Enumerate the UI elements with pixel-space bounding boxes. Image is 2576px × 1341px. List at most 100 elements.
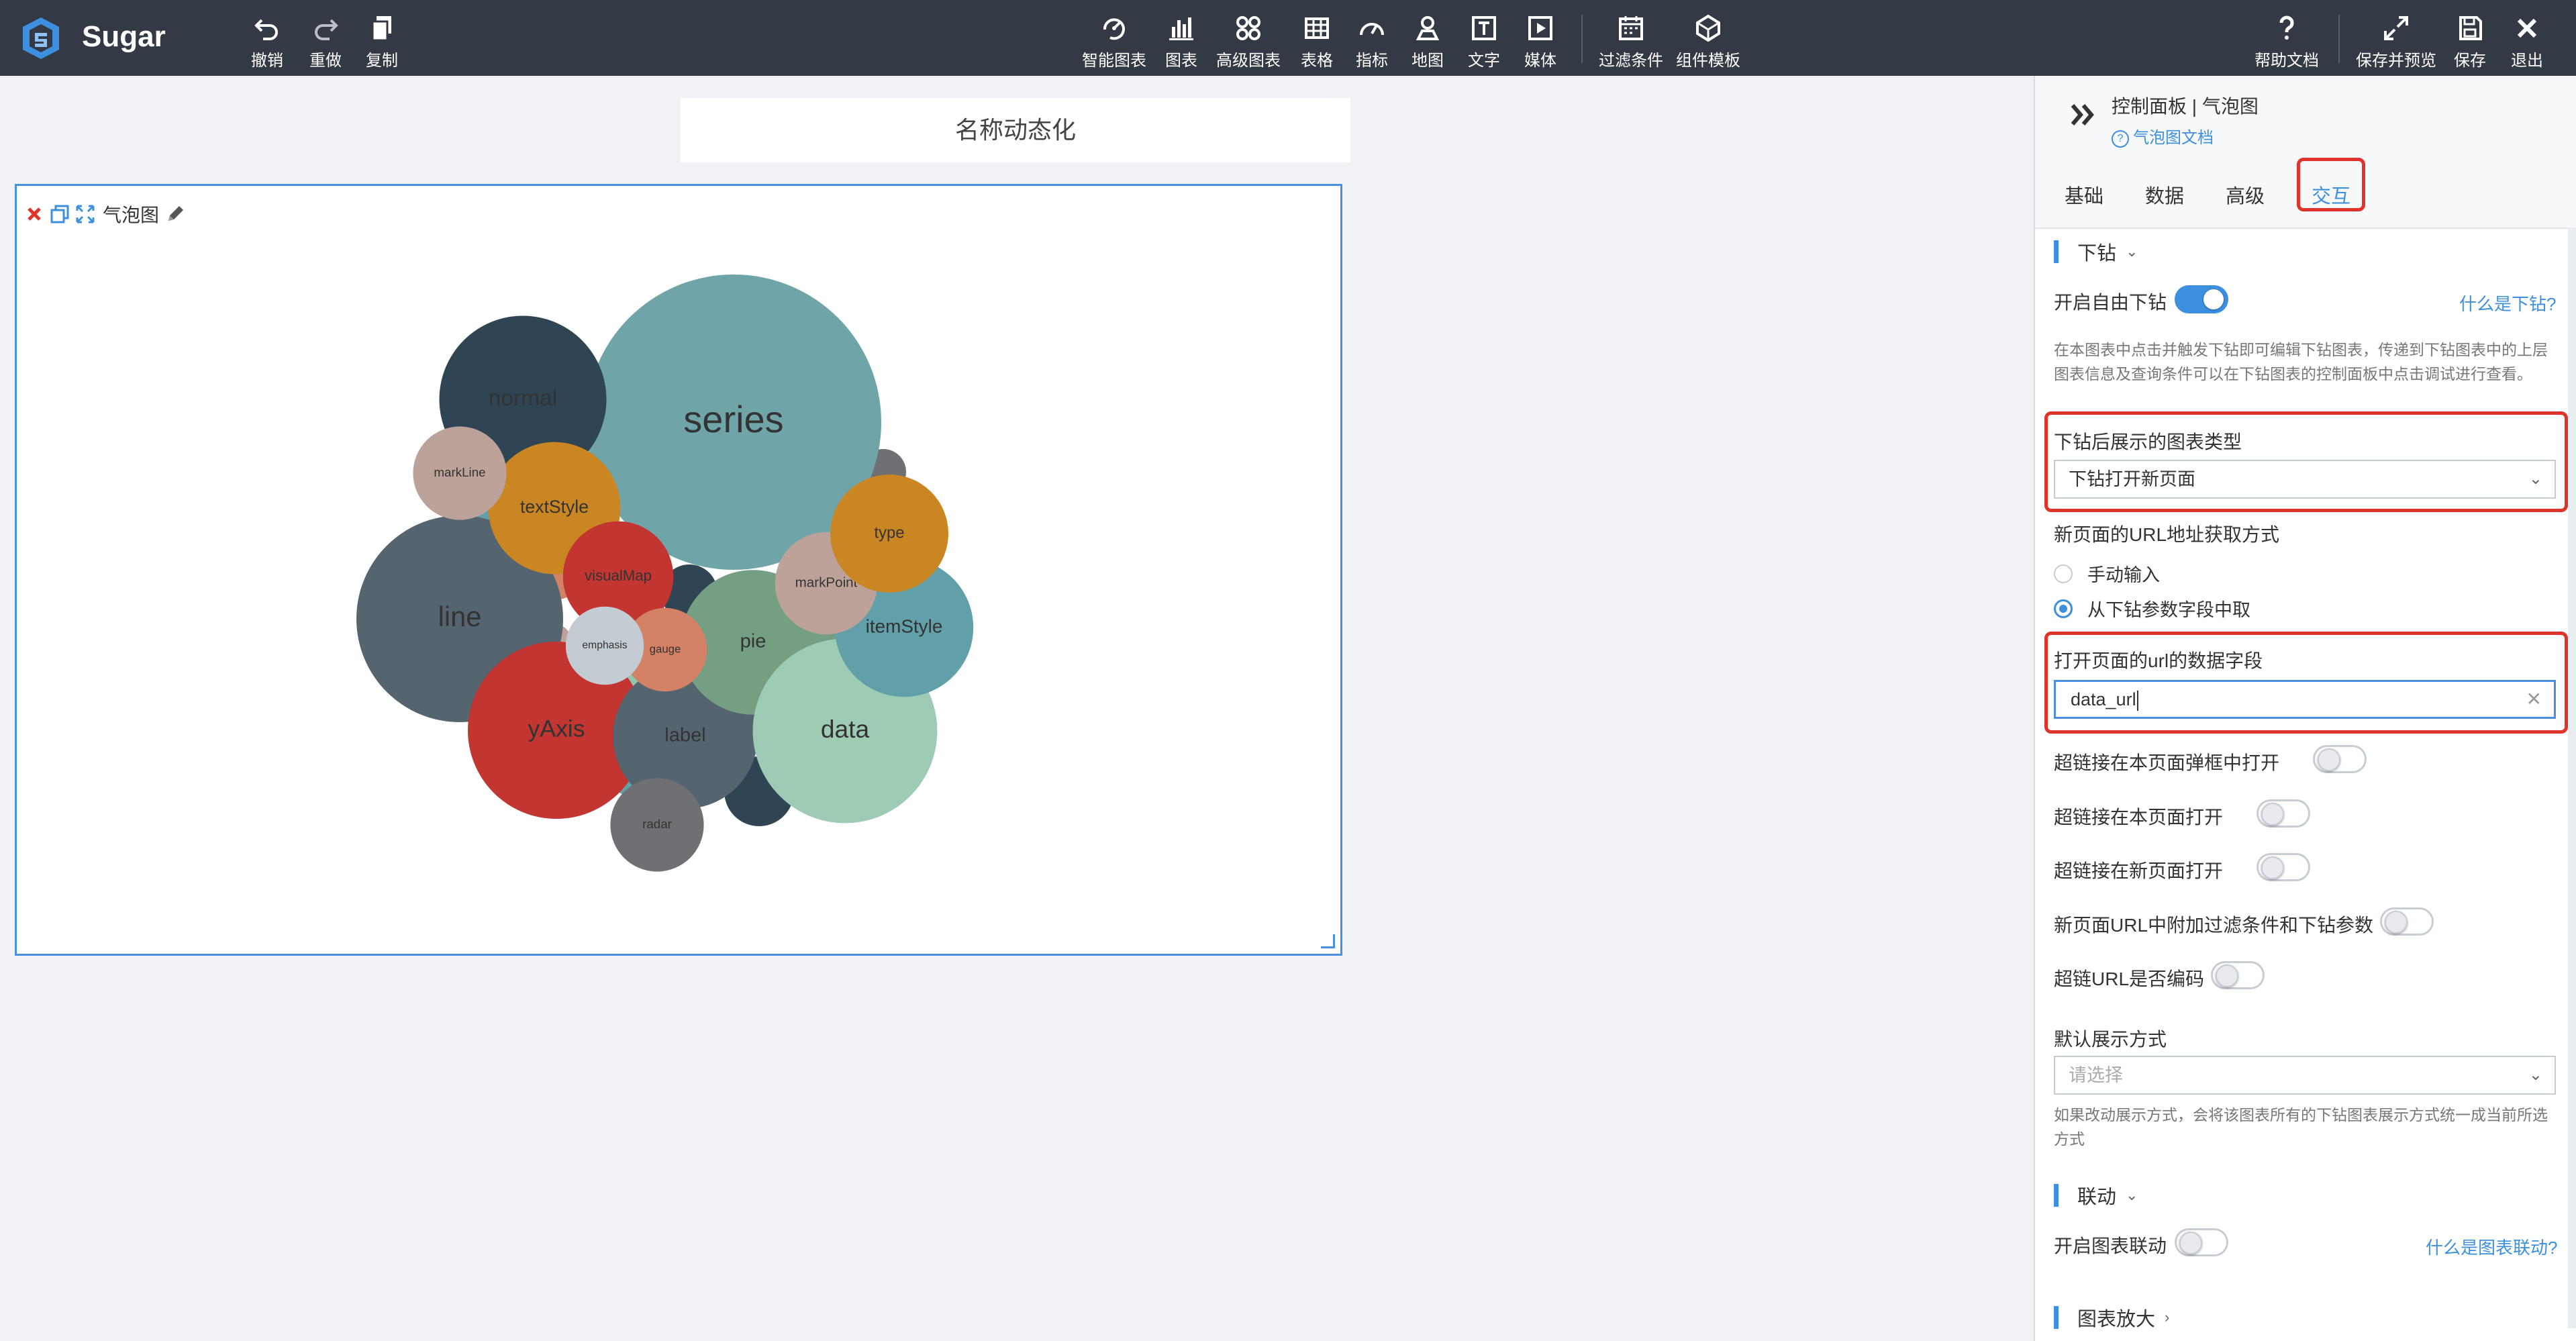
advanced-chart-label: 高级图表 xyxy=(1216,52,1281,70)
url-source-label: 新页面的URL地址获取方式 xyxy=(2054,524,2280,545)
save-icon xyxy=(2459,16,2482,40)
media-play-icon xyxy=(1528,16,1552,40)
display-mode-select[interactable]: 请选择 ⌄ xyxy=(2054,1056,2556,1095)
link-section-title: 联动 xyxy=(2077,1187,2117,1208)
resize-handle[interactable] xyxy=(1321,934,1335,948)
redo-label: 重做 xyxy=(309,52,342,70)
filter-button[interactable]: 过滤条件 xyxy=(1599,13,1663,70)
enable-drill-toggle[interactable] xyxy=(2175,285,2228,313)
what-is-link-link[interactable]: 什么是图表联动? xyxy=(2426,1234,2557,1259)
save-preview-label: 保存并预览 xyxy=(2356,52,2436,70)
bubble-label-pie: pie xyxy=(740,631,766,652)
chevron-right-icon: › xyxy=(2165,1309,2170,1326)
toggle-append-params-label: 新页面URL中附加过滤条件和下钻参数 xyxy=(2054,915,2374,936)
chart-type-value: 下钻打开新页面 xyxy=(2069,469,2195,489)
chevron-down-icon: ⌄ xyxy=(2126,1187,2138,1203)
toggle-append-params-switch[interactable] xyxy=(2380,907,2434,936)
undo-icon xyxy=(254,19,278,40)
bubble-label-radar: radar xyxy=(642,817,672,831)
help-doc-label: 帮助文档 xyxy=(2255,52,2319,70)
text-label: 文字 xyxy=(1468,52,1500,70)
section-bar xyxy=(2054,1306,2059,1329)
tab-basic[interactable]: 基础 xyxy=(2065,181,2103,209)
exit-label: 退出 xyxy=(2511,52,2543,70)
panel-scrollbar[interactable] xyxy=(2568,228,2576,1328)
map-label: 地图 xyxy=(1411,52,1444,70)
dashboard-title[interactable]: 名称动态化 xyxy=(681,98,1350,162)
drill-section-title: 下钻 xyxy=(2077,243,2117,264)
toggle-popup-switch[interactable] xyxy=(2313,745,2367,773)
smart-chart-button[interactable]: 智能图表 xyxy=(1082,13,1146,70)
redo-button[interactable]: 重做 xyxy=(309,13,342,70)
exit-button[interactable]: 退出 xyxy=(2511,13,2543,70)
bubble-label-label: label xyxy=(664,725,705,746)
zoom-section-title: 图表放大 xyxy=(2077,1309,2156,1330)
advanced-chart-button[interactable]: 高级图表 xyxy=(1216,13,1281,70)
url-field-input[interactable]: data_url ✕ xyxy=(2054,680,2556,719)
enable-link-toggle[interactable] xyxy=(2175,1228,2228,1256)
bubble-label-textstyle: textStyle xyxy=(520,497,589,517)
help-doc-button[interactable]: 帮助文档 xyxy=(2255,13,2319,70)
filter-label: 过滤条件 xyxy=(1599,52,1663,70)
chevron-down-icon: ⌄ xyxy=(2126,243,2138,260)
section-bar xyxy=(2054,1184,2059,1207)
table-button[interactable]: 表格 xyxy=(1301,13,1333,70)
chart-label: 图表 xyxy=(1165,52,1197,70)
chevron-down-icon: ⌄ xyxy=(2528,470,2542,488)
help-circle-icon: ? xyxy=(2112,130,2129,148)
table-label: 表格 xyxy=(1301,52,1333,70)
undo-label: 撤销 xyxy=(251,52,283,70)
panel-title: 控制面板 | 气泡图 xyxy=(2112,96,2259,117)
zoom-section-header[interactable]: 图表放大 › xyxy=(2054,1304,2169,1331)
panel-header: 控制面板 | 气泡图 ? 气泡图文档 xyxy=(2035,76,2576,163)
media-label: 媒体 xyxy=(1524,52,1556,70)
drill-section-header[interactable]: 下钻 ⌄ xyxy=(2054,238,2138,265)
display-mode-placeholder: 请选择 xyxy=(2069,1065,2123,1085)
save-preview-button[interactable]: 保存并预览 xyxy=(2356,13,2436,70)
brand-name: Sugar xyxy=(82,20,166,53)
clear-icon[interactable]: ✕ xyxy=(2526,682,2542,717)
bubble-doc-link[interactable]: ? 气泡图文档 xyxy=(2112,124,2214,148)
smart-chart-label: 智能图表 xyxy=(1082,52,1146,70)
toolbar-divider xyxy=(2338,15,2340,63)
tab-data[interactable]: 数据 xyxy=(2145,181,2184,209)
expand-icon xyxy=(2384,16,2408,40)
media-button[interactable]: 媒体 xyxy=(1524,13,1556,70)
toggle-same-page-switch[interactable] xyxy=(2257,799,2310,828)
sugar-logo-icon xyxy=(23,17,59,59)
component-template-button[interactable]: 组件模板 xyxy=(1676,13,1740,70)
save-button[interactable]: 保存 xyxy=(2454,13,2486,70)
chart-button[interactable]: 图表 xyxy=(1165,13,1197,70)
filter-calendar-icon xyxy=(1619,16,1643,40)
smart-chart-icon xyxy=(1103,18,1125,40)
indicator-button[interactable]: 指标 xyxy=(1356,13,1388,70)
section-bar xyxy=(2054,240,2059,263)
link-section-header[interactable]: 联动 ⌄ xyxy=(2054,1182,2138,1209)
bubble-chart[interactable]: series normal line textStyle visualMap yAxis l… xyxy=(17,186,1340,954)
gauge-icon xyxy=(1360,23,1384,36)
tab-advanced[interactable]: 高级 xyxy=(2226,181,2265,209)
enable-drill-label: 开启自由下钻 xyxy=(2054,292,2167,313)
bubble-label-emphasis: emphasis xyxy=(582,640,627,651)
copy-icon xyxy=(371,16,391,42)
bubble-label-type: type xyxy=(875,524,905,542)
undo-button[interactable]: 撤销 xyxy=(251,13,283,70)
text-button[interactable]: 文字 xyxy=(1468,13,1500,70)
chart-type-select[interactable]: 下钻打开新页面 ⌄ xyxy=(2054,460,2556,499)
map-button[interactable]: 地图 xyxy=(1411,13,1444,70)
double-chevron-right-icon[interactable] xyxy=(2067,99,2099,131)
toggle-new-page-label: 超链接在新页面打开 xyxy=(2054,860,2224,881)
bubble-chart-widget[interactable]: 气泡图 series normal line textStyle visualMap yA… xyxy=(15,184,1342,956)
radio-manual-input[interactable]: 手动输入 xyxy=(2054,560,2160,587)
toggle-new-page-switch[interactable] xyxy=(2257,853,2310,881)
radio-manual-label: 手动输入 xyxy=(2087,565,2160,585)
what-is-drill-link[interactable]: 什么是下钻? xyxy=(2459,291,2556,315)
toggle-same-page-label: 超链接在本页面打开 xyxy=(2054,807,2224,828)
radio-from-drill-field[interactable]: 从下钻参数字段中取 xyxy=(2054,595,2250,622)
display-mode-note: 如果改动展示方式，会将该图表所有的下钻图表展示方式统一成当前所选方式 xyxy=(2054,1106,2548,1148)
bubble-label-normal: normal xyxy=(489,386,558,411)
bubble-label-yaxis: yAxis xyxy=(528,715,585,742)
component-template-label: 组件模板 xyxy=(1676,52,1740,70)
toggle-encode-url-switch[interactable] xyxy=(2211,961,2265,989)
copy-button[interactable]: 复制 xyxy=(366,13,398,70)
